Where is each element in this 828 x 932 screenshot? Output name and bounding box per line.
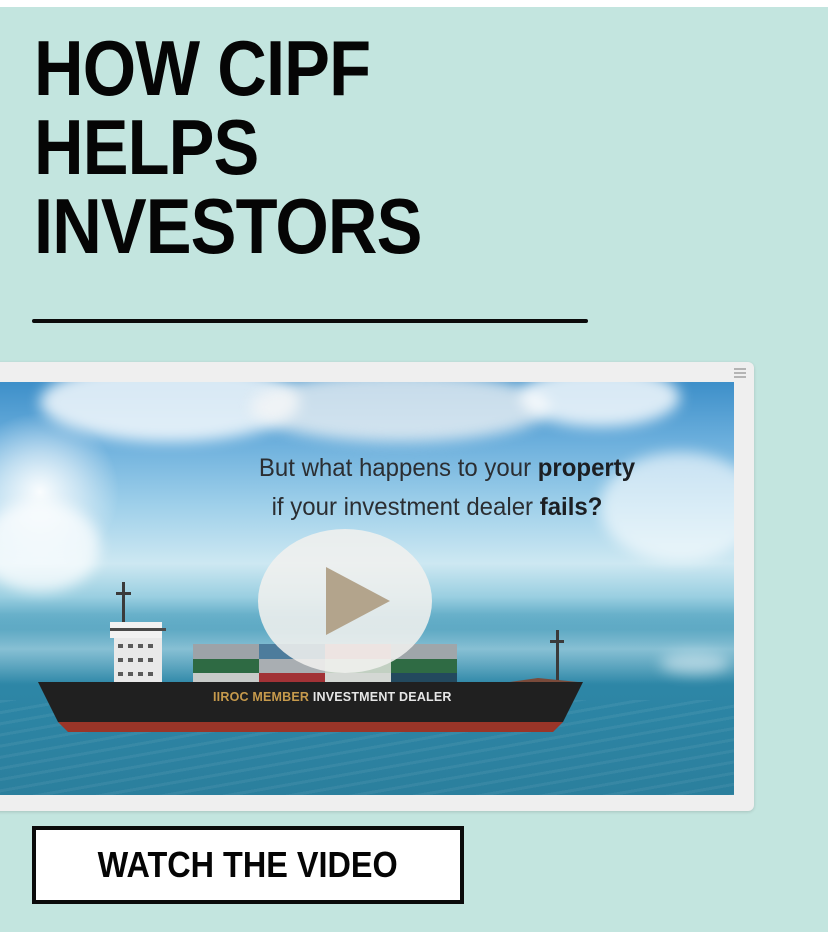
headline-line-2: HELPS — [34, 103, 259, 191]
play-button[interactable] — [258, 529, 432, 673]
page-title: HOW CIPF HELPS INVESTORS — [34, 29, 634, 266]
play-icon — [326, 567, 390, 635]
hull-label: IIROC MEMBER INVESTMENT DEALER — [213, 690, 452, 704]
watch-video-button[interactable]: WATCH THE VIDEO — [32, 826, 464, 904]
menu-icon[interactable] — [734, 368, 746, 378]
title-divider — [32, 319, 588, 323]
promo-panel: HOW CIPF HELPS INVESTORS But what happen… — [0, 7, 828, 932]
video-player[interactable]: But what happens to your property if you… — [0, 362, 754, 811]
watch-video-label: WATCH THE VIDEO — [97, 844, 399, 885]
video-thumbnail[interactable]: But what happens to your property if you… — [0, 382, 734, 795]
video-caption-line-1: But what happens to your property — [258, 454, 636, 482]
headline-line-1: HOW CIPF — [34, 24, 371, 112]
headline-line-3: INVESTORS — [34, 182, 422, 270]
cloud — [520, 382, 680, 427]
video-caption-line-2: if your investment dealer fails? — [271, 493, 603, 521]
cloud — [250, 382, 550, 442]
